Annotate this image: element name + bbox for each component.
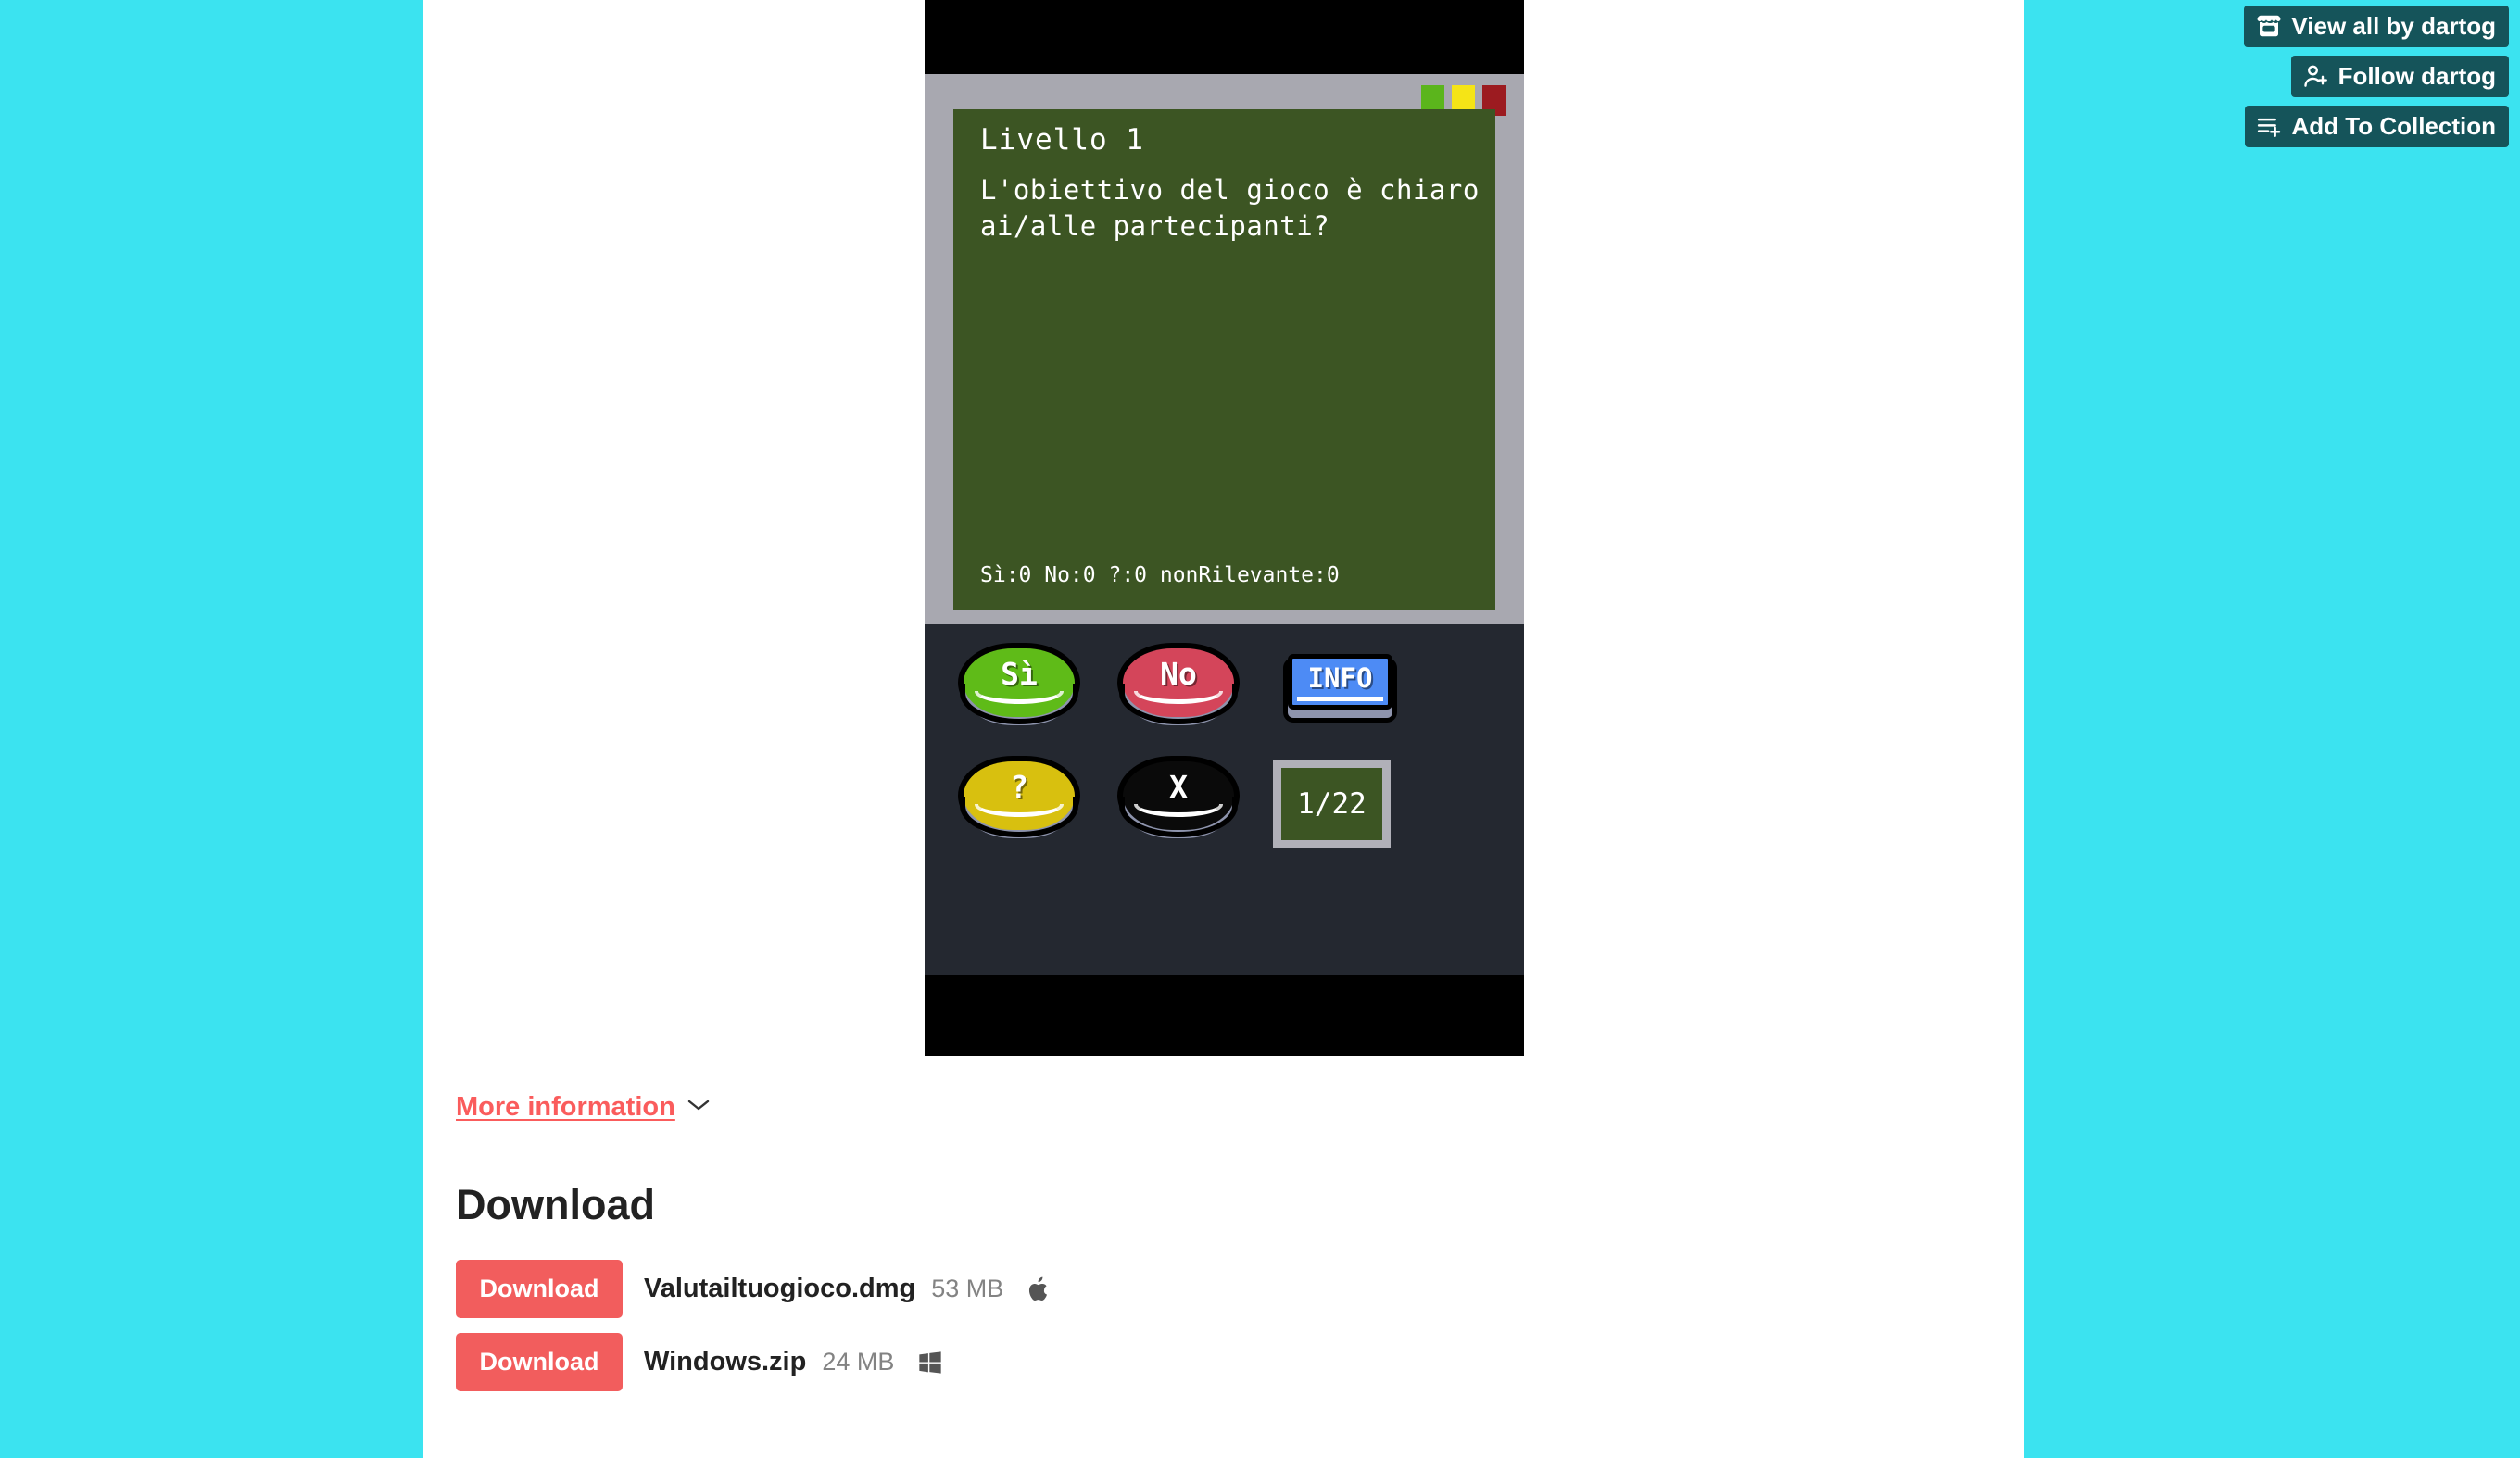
person-add-icon — [2302, 62, 2330, 90]
game-screen-frame: Livello 1 L'obiettivo del gioco è chiaro… — [925, 74, 1524, 624]
game-control-panel: Sì No INFO ? X 1/22 — [925, 624, 1524, 975]
itch-store-icon — [2255, 12, 2283, 40]
game-bottom-letterbox — [925, 975, 1524, 1056]
view-all-by-dartog-button[interactable]: View all by dartog — [2244, 6, 2509, 47]
more-information-toggle[interactable]: More information — [456, 1092, 711, 1123]
more-information-label: More information — [456, 1092, 675, 1122]
level-title: Livello 1 — [980, 123, 1144, 157]
skip-button-dome — [1123, 761, 1234, 830]
download-row-zip: Download Windows.zip 24 MB — [456, 1333, 1568, 1391]
windows-icon — [917, 1350, 943, 1376]
yes-button-dome — [964, 648, 1075, 717]
skip-button[interactable]: X — [1119, 761, 1238, 847]
question-counter-value: 1/22 — [1281, 768, 1382, 840]
download-list: Download Valutailtuogioco.dmg 53 MB Down… — [456, 1260, 1568, 1406]
download-filename-zip: Windows.zip — [644, 1347, 807, 1376]
download-size-zip: 24 MB — [822, 1348, 895, 1376]
view-all-by-dartog-label: View all by dartog — [2291, 12, 2496, 40]
no-button-dome — [1123, 648, 1234, 717]
list-add-icon — [2256, 112, 2284, 140]
download-row-dmg: Download Valutailtuogioco.dmg 53 MB — [456, 1260, 1568, 1318]
yes-button[interactable]: Sì — [960, 648, 1078, 734]
game-embed[interactable]: Livello 1 L'obiettivo del gioco è chiaro… — [925, 0, 1524, 1056]
page-root: View all by dartog Follow dartog Add To … — [0, 0, 2520, 1458]
question-button-dome — [964, 761, 1075, 830]
follow-dartog-button[interactable]: Follow dartog — [2290, 56, 2509, 97]
score-line: Sì:0 No:0 ?:0 nonRilevante:0 — [980, 563, 1340, 587]
add-to-collection-button[interactable]: Add To Collection — [2244, 106, 2509, 147]
download-size-dmg: 53 MB — [931, 1275, 1004, 1302]
question-text: L'obiettivo del gioco è chiaro ai/alle p… — [980, 174, 1480, 242]
no-button[interactable]: No — [1119, 648, 1238, 734]
follow-dartog-label: Follow dartog — [2337, 62, 2496, 90]
download-button-dmg[interactable]: Download — [456, 1260, 623, 1318]
chevron-down-icon — [687, 1098, 711, 1117]
game-top-letterbox — [925, 0, 1524, 74]
question-button[interactable]: ? — [960, 761, 1078, 847]
download-button-zip[interactable]: Download — [456, 1333, 623, 1391]
download-filename-dmg: Valutailtuogioco.dmg — [644, 1274, 916, 1303]
info-button-label: INFO — [1307, 662, 1373, 694]
question-counter: 1/22 — [1273, 760, 1391, 848]
info-button[interactable]: INFO — [1288, 654, 1392, 710]
info-button-shine — [1297, 697, 1383, 701]
game-screen: Livello 1 L'obiettivo del gioco è chiaro… — [953, 109, 1495, 610]
header-actions: View all by dartog Follow dartog Add To … — [2244, 6, 2509, 147]
add-to-collection-label: Add To Collection — [2291, 112, 2497, 140]
apple-icon — [1027, 1275, 1052, 1304]
download-heading: Download — [456, 1181, 655, 1228]
